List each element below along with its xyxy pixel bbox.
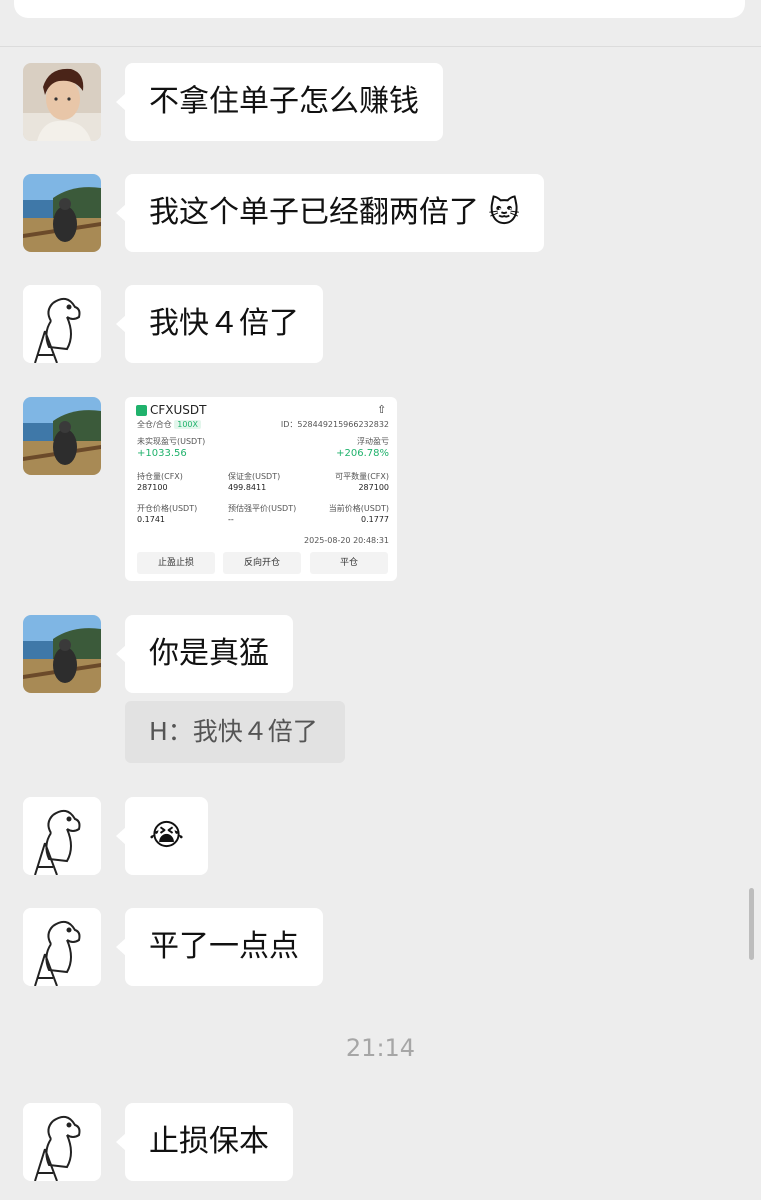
cat-emoji-icon: 🐱 — [488, 195, 520, 230]
message-bubble[interactable]: 止损保本 — [116, 1103, 293, 1181]
leverage-badge: 100X — [174, 420, 201, 429]
avatar-man[interactable] — [23, 63, 101, 141]
message-bubble[interactable]: 平了一点点 — [116, 908, 323, 986]
card-id: ID：528449215966232832 — [280, 420, 389, 429]
avatar-dog[interactable] — [23, 1103, 101, 1181]
previous-message-card[interactable] — [14, 0, 745, 18]
message-bubble[interactable]: 我快４倍了 — [116, 285, 323, 363]
liq-label: 预估强平价(USDT) — [228, 504, 297, 513]
floating-value: +206.78% — [336, 448, 389, 459]
quoted-reply[interactable]: H：我快４倍了 — [125, 701, 345, 763]
tp-sl-button[interactable]: 止盈止损 — [137, 552, 215, 574]
top-strip — [0, 0, 761, 47]
message-text: 止损保本 — [149, 1124, 269, 1159]
avatar-coast[interactable] — [23, 174, 101, 252]
message-text: 你是真猛 — [149, 636, 269, 671]
closable-value: 287100 — [358, 483, 389, 492]
exchange-logo-icon — [136, 405, 147, 416]
close-position-button[interactable]: 平仓 — [310, 552, 388, 574]
margin-label: 保证金(USDT) — [228, 472, 281, 481]
card-mode: 全仓/合仓 100X — [137, 419, 201, 430]
liq-value: -- — [228, 515, 234, 524]
avatar-dog[interactable] — [23, 797, 101, 875]
avatar-coast[interactable] — [23, 397, 101, 475]
message-text: 不拿住单子怎么赚钱 — [149, 84, 419, 119]
unrealized-value: +1033.56 — [137, 448, 187, 459]
floating-label: 浮动盈亏 — [357, 437, 389, 446]
message-text: 我这个单子已经翻两倍了 — [149, 195, 479, 230]
avatar-coast[interactable] — [23, 615, 101, 693]
open-price-label: 开仓价格(USDT) — [137, 504, 198, 513]
message-bubble[interactable]: 我这个单子已经翻两倍了 🐱 — [116, 174, 544, 252]
reverse-open-button[interactable]: 反向开仓 — [223, 552, 301, 574]
unrealized-label: 未实现盈亏(USDT) — [137, 437, 206, 446]
trade-screenshot-card[interactable]: CFXUSDT ⇧ 全仓/合仓 100X ID：5284492159662328… — [125, 397, 397, 581]
current-price-value: 0.1777 — [361, 515, 389, 524]
avatar-dog[interactable] — [23, 908, 101, 986]
open-price-value: 0.1741 — [137, 515, 165, 524]
margin-value: 499.8411 — [228, 483, 267, 492]
message-bubble[interactable]: 不拿住单子怎么赚钱 — [116, 63, 443, 141]
card-mode-text: 全仓/合仓 — [137, 420, 172, 429]
quoted-text: H：我快４倍了 — [149, 717, 318, 746]
timestamp: 21:14 — [345, 1034, 416, 1062]
message-bubble[interactable]: 你是真猛 — [116, 615, 293, 693]
current-price-label: 当前价格(USDT) — [328, 504, 389, 513]
crying-laugh-emoji-icon: 😭 — [149, 818, 185, 853]
share-icon[interactable]: ⇧ — [377, 403, 386, 416]
closable-label: 可平数量(CFX) — [335, 472, 389, 481]
message-bubble[interactable]: 😭 — [115, 797, 209, 875]
card-datetime: 2025-08-20 20:48:31 — [304, 536, 389, 545]
card-symbol: CFXUSDT — [150, 403, 207, 417]
message-text: 平了一点点 — [149, 929, 299, 964]
position-value: 287100 — [137, 483, 168, 492]
scrollbar[interactable] — [749, 888, 754, 960]
avatar-dog[interactable] — [23, 285, 101, 363]
message-text: 我快４倍了 — [149, 306, 299, 341]
position-label: 持仓量(CFX) — [137, 472, 183, 481]
